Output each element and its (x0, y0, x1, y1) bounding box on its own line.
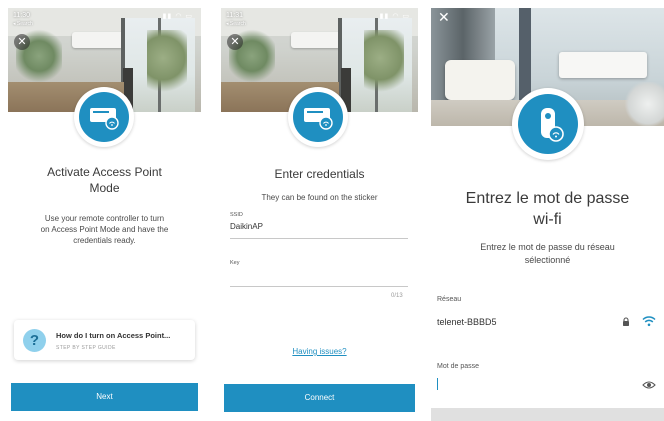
ssid-field[interactable]: DaikinAP (230, 222, 263, 231)
status-time: 11:30 (13, 12, 30, 19)
page-title: Entrez le mot de passe wi-fi (431, 188, 664, 230)
subtitle: They can be found on the sticker (261, 193, 378, 202)
close-icon[interactable]: ✕ (438, 10, 450, 24)
instructions-line: on Access Point Mode and have the (40, 225, 169, 234)
ssid-underline (230, 238, 408, 239)
title-line: wi-fi (533, 211, 562, 228)
signal-icons: ▮▮ ◠ ▭ (162, 13, 193, 20)
key-counter: 0/13 (391, 293, 403, 299)
screen-wifi-password: ✕ Entrez le mot de passe wi-fi Entrez le… (431, 8, 664, 421)
network-field[interactable]: telenet-BBBD5 (437, 317, 497, 327)
close-icon[interactable]: ✕ (227, 34, 243, 50)
subtitle: Entrez le mot de passe du réseau sélecti… (431, 241, 664, 267)
ssid-label: SSID (230, 212, 243, 218)
status-time: 11:31 (226, 12, 243, 19)
bottom-strip (431, 408, 664, 421)
page-title: Activate Access Point Mode (8, 164, 201, 196)
title-line: Activate Access Point (47, 165, 162, 179)
device-badge (74, 87, 134, 147)
instructions-line: credentials ready. (73, 236, 136, 245)
status-bar: 11:31 ◂ Search (226, 12, 246, 28)
key-label: Key (230, 260, 240, 266)
status-bar: 11:30 ◂ Search (13, 12, 33, 28)
next-button[interactable]: Next (11, 383, 198, 411)
password-field[interactable] (437, 378, 438, 390)
back-to-search[interactable]: ◂ Search (226, 20, 246, 28)
guide-subtitle: STEP BY STEP GUIDE (56, 345, 116, 351)
page-title: Enter credentials (274, 167, 365, 181)
back-to-search[interactable]: ◂ Search (13, 20, 33, 28)
connect-button[interactable]: Connect (224, 384, 415, 412)
guide-card[interactable]: ? How do I turn on Access Point... STEP … (14, 320, 195, 360)
guide-title: How do I turn on Access Point... (56, 331, 171, 340)
device-icon (518, 94, 578, 154)
title-line: Mode (89, 181, 120, 195)
password-label: Mot de passe (437, 363, 480, 370)
having-issues-link[interactable]: Having issues? (221, 347, 418, 356)
device-icon (79, 92, 129, 142)
device-badge (512, 88, 584, 160)
signal-icons: ▮▮ ◠ ▭ (379, 13, 410, 20)
network-label: Réseau (437, 296, 462, 303)
instructions: Use your remote controller to turn on Ac… (16, 213, 193, 246)
instructions-line: Use your remote controller to turn (44, 214, 165, 223)
subtitle-line: sélectionné (524, 255, 571, 265)
device-icon (293, 92, 343, 142)
screen-access-point: 11:30 ◂ Search ▮▮ ◠ ▭ ✕ Activate Access … (8, 8, 201, 421)
question-icon: ? (23, 329, 46, 352)
lock-icon (623, 317, 629, 326)
wifi-icon (642, 316, 656, 327)
device-badge (288, 87, 348, 147)
title-line: Entrez le mot de passe (465, 190, 630, 207)
eye-icon[interactable] (642, 380, 656, 390)
close-icon[interactable]: ✕ (14, 34, 30, 50)
subtitle-line: Entrez le mot de passe du réseau (480, 242, 615, 252)
screen-credentials: 11:31 ◂ Search ▮▮ ◠ ▭ ✕ Enter credential… (221, 8, 418, 421)
key-field[interactable] (230, 286, 408, 287)
